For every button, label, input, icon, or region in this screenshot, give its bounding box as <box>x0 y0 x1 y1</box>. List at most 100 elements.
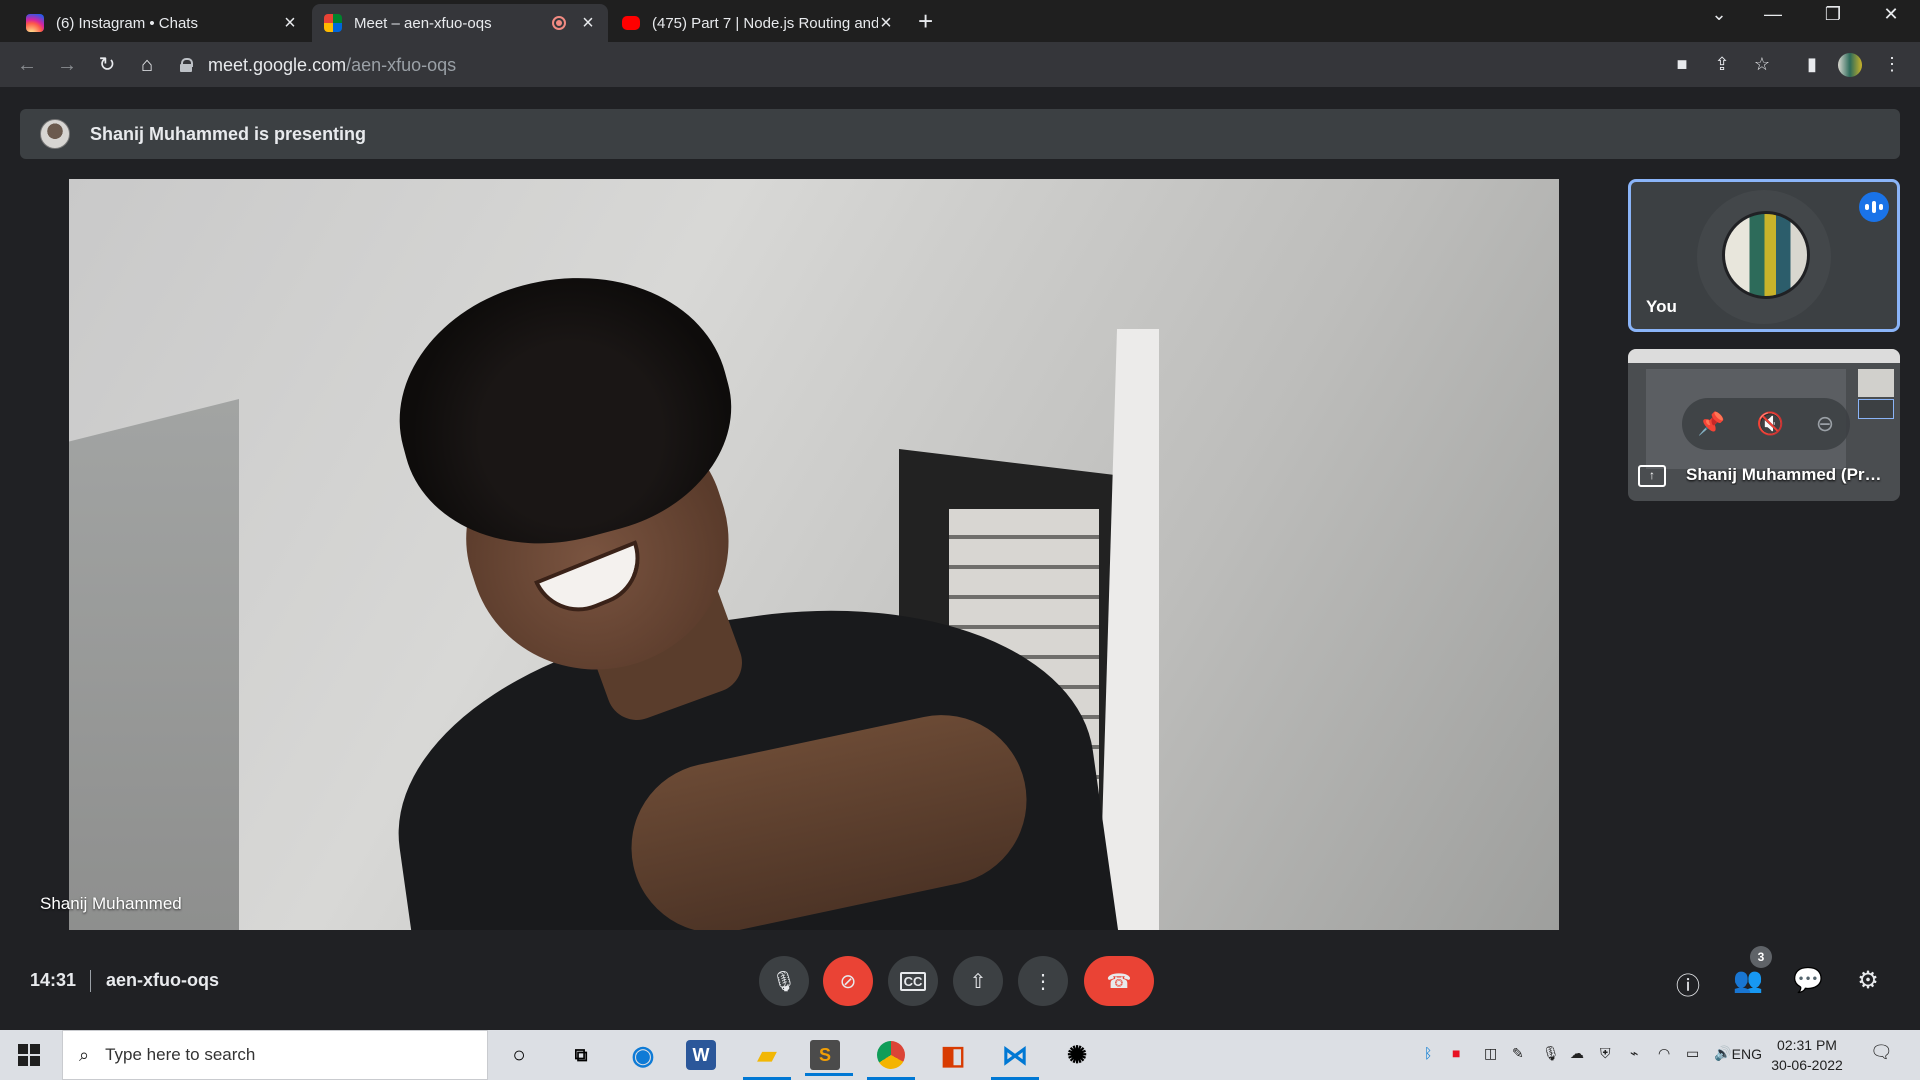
youtube-icon <box>622 16 640 30</box>
notifications-icon[interactable]: 🗨 <box>1870 1042 1893 1063</box>
captions-button[interactable]: CC <box>888 956 938 1006</box>
presentation-tile-label: Shanij Muhammed (Presentation) <box>1686 465 1886 484</box>
search-placeholder: Type here to search <box>105 1045 256 1064</box>
meeting-code: aen-xfuo-oqs <box>106 970 220 990</box>
tab-instagram[interactable]: (6) Instagram • Chats × <box>14 4 310 42</box>
main-video-feed <box>69 179 1559 930</box>
bluetooth-icon[interactable]: ᛒ <box>1424 1045 1432 1061</box>
presentation-thumbnail-camera <box>1858 369 1894 397</box>
taskbar-date: 30-06-2022 <box>1771 1057 1843 1073</box>
camera-off-icon: ⊘ <box>839 970 857 993</box>
office-icon[interactable]: ◧ <box>934 1036 972 1074</box>
camera-in-use-icon[interactable]: ■ <box>1670 54 1694 75</box>
presenting-banner: Shanij Muhammed is presenting <box>20 109 1900 159</box>
search-icon: ⌕ <box>79 1044 90 1065</box>
more-options-button[interactable]: ⋮ <box>1018 956 1068 1006</box>
tile-hover-controls: 📌 🔇 ⊖ <box>1682 398 1850 450</box>
url-path: /aen-xfuo-oqs <box>346 54 457 75</box>
vscode-icon[interactable]: ⋈ <box>991 1036 1039 1080</box>
self-avatar <box>1722 211 1810 299</box>
menu-kebab-icon[interactable]: ⋮ <box>1880 54 1904 75</box>
microphone-tray-icon[interactable]: 🎙 <box>1542 1045 1560 1062</box>
tab-title: (6) Instagram • Chats <box>56 14 198 32</box>
activities-icon[interactable]: ⚙ <box>1851 966 1885 996</box>
chrome-icon[interactable] <box>867 1036 915 1080</box>
remove-participant-icon[interactable]: ⊖ <box>1816 411 1834 437</box>
tab-meet[interactable]: Meet – aen-xfuo-oqs × <box>312 4 608 42</box>
word-icon[interactable]: W <box>686 1040 716 1070</box>
side-panel-icon[interactable]: ▮ <box>1800 54 1824 75</box>
windows-taskbar: ⌕ Type here to search ○ ⧉ ◉ W ▰ S ◧ ⋈ ✺ … <box>0 1030 1920 1080</box>
address-bar[interactable]: meet.google.com/aen-xfuo-oqs <box>180 48 1660 82</box>
lock-icon <box>180 58 193 72</box>
close-window-button[interactable]: ✕ <box>1868 4 1914 25</box>
pen-icon[interactable]: ✎ <box>1512 1045 1524 1062</box>
mute-participant-icon[interactable]: 🔇 <box>1757 411 1784 437</box>
instagram-icon <box>26 14 44 32</box>
present-screen-icon: ↑ <box>1638 465 1666 487</box>
video-background-frame <box>1099 329 1159 930</box>
taskbar-time: 02:31 PM <box>1777 1037 1837 1053</box>
recording-indicator-icon <box>552 16 566 30</box>
tab-search-chevron-icon[interactable]: ⌄ <box>1696 4 1742 25</box>
presentation-thumbnail-self <box>1858 399 1894 419</box>
close-icon[interactable]: × <box>282 12 298 35</box>
forward-arrow-icon[interactable]: → <box>52 50 82 80</box>
meeting-time: 14:31 <box>30 970 77 990</box>
wifi-icon[interactable]: ◠ <box>1658 1045 1670 1062</box>
edge-icon[interactable]: ◉ <box>624 1036 662 1074</box>
close-icon[interactable]: × <box>878 12 894 35</box>
home-icon[interactable]: ⌂ <box>132 50 162 80</box>
security-icon[interactable]: ⛨ <box>1600 1045 1611 1062</box>
taskbar-clock[interactable]: 02:31 PM 30-06-2022 <box>1762 1035 1852 1075</box>
bookmark-star-icon[interactable]: ☆ <box>1750 54 1774 75</box>
tab-youtube[interactable]: (475) Part 7 | Node.js Routing and × <box>610 4 906 42</box>
presenter-avatar <box>40 119 70 149</box>
task-view-icon[interactable]: ⧉ <box>562 1036 600 1074</box>
meeting-details-icon[interactable]: ⓘ <box>1671 966 1705 1000</box>
back-arrow-icon[interactable]: ← <box>12 50 42 80</box>
chrome-logo <box>877 1041 905 1069</box>
reload-icon[interactable]: ↻ <box>92 50 122 80</box>
self-video-tile[interactable]: You <box>1628 179 1900 332</box>
new-tab-button[interactable]: + <box>918 6 933 37</box>
camera-off-button[interactable]: ⊘ <box>823 956 873 1006</box>
app-icon[interactable]: ✺ <box>1058 1036 1096 1074</box>
more-vertical-icon: ⋮ <box>1033 970 1053 993</box>
present-now-button[interactable]: ⇧ <box>953 956 1003 1006</box>
usb-icon[interactable]: ⌁ <box>1630 1045 1638 1062</box>
onedrive-icon[interactable]: ☁ <box>1570 1045 1584 1062</box>
participant-count-badge: 3 <box>1750 946 1772 968</box>
self-tile-label: You <box>1646 297 1677 316</box>
microphone-icon: 🎙 <box>771 970 797 993</box>
pin-icon[interactable]: 📌 <box>1698 411 1725 437</box>
google-meet-icon <box>324 14 342 32</box>
leave-call-button[interactable]: ☎ <box>1084 956 1154 1006</box>
presentation-thumbnail-toolbar <box>1628 349 1900 363</box>
presentation-tile[interactable]: 📌 🔇 ⊖ ↑ Shanij Muhammed (Presentation) <box>1628 349 1900 501</box>
file-explorer-icon[interactable]: ▰ <box>743 1036 791 1080</box>
main-participant-name: Shanij Muhammed <box>40 894 182 913</box>
tray-app-icon[interactable]: ■ <box>1452 1045 1460 1061</box>
chat-icon[interactable]: 💬 <box>1791 966 1825 996</box>
browser-tab-strip: (6) Instagram • Chats × Meet – aen-xfuo-… <box>0 0 1920 42</box>
closed-captions-icon: CC <box>899 971 927 991</box>
battery-icon[interactable]: ▭ <box>1686 1045 1699 1062</box>
people-icon[interactable]: 👥 <box>1731 966 1765 996</box>
profile-avatar[interactable] <box>1838 53 1862 77</box>
cortana-icon[interactable]: ○ <box>500 1036 538 1074</box>
restore-button[interactable]: ❐ <box>1810 4 1856 25</box>
language-indicator[interactable]: ENG <box>1726 1046 1762 1062</box>
sublime-text-icon[interactable]: S <box>805 1040 853 1076</box>
tab-title: Meet – aen-xfuo-oqs <box>354 14 492 32</box>
close-icon[interactable]: × <box>580 12 596 35</box>
windows-start-icon[interactable] <box>18 1044 40 1066</box>
browser-toolbar: ← → ↻ ⌂ meet.google.com/aen-xfuo-oqs ■ ⇪… <box>0 42 1920 88</box>
camera-tray-icon[interactable]: ◫ <box>1484 1045 1497 1062</box>
video-background-wall <box>69 399 239 930</box>
share-icon[interactable]: ⇪ <box>1710 54 1734 75</box>
microphone-button[interactable]: 🎙 <box>759 956 809 1006</box>
minimize-button[interactable]: — <box>1750 4 1796 25</box>
taskbar-search-box[interactable]: ⌕ Type here to search <box>62 1030 488 1080</box>
tab-title: (475) Part 7 | Node.js Routing and <box>652 14 878 32</box>
